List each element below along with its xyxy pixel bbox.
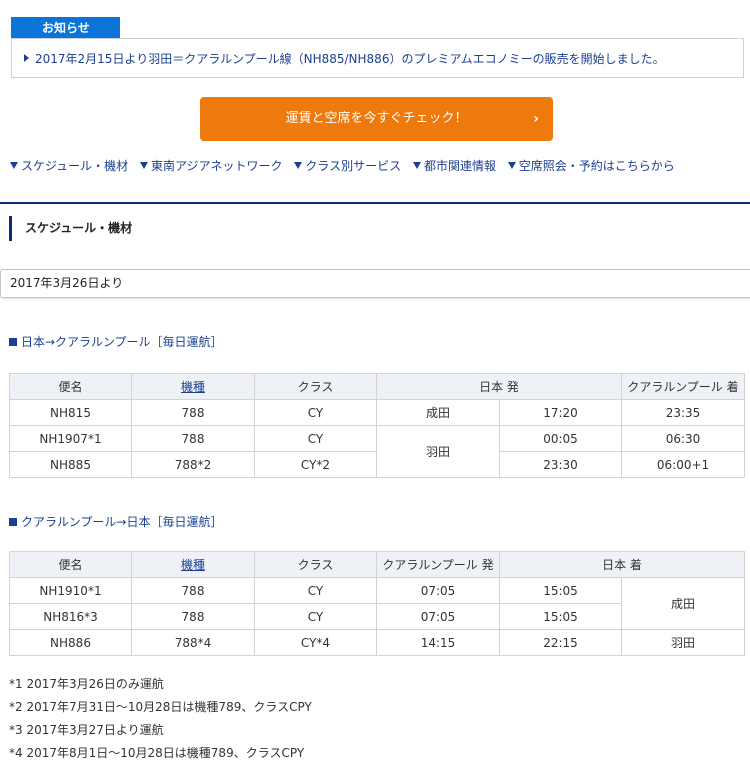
effective-date-box: 2017年3月26日より [0,269,750,298]
triangle-down-icon [507,162,516,169]
flight-number: NH886 [9,629,132,656]
triangle-right-icon [24,54,29,62]
triangle-down-icon [140,162,148,169]
footnotes: *1 2017年3月26日のみ運航 *2 2017年7月31日～10月28日は機… [9,675,312,762]
notice-tab: お知らせ [11,17,120,39]
square-bullet-icon [9,518,17,526]
departure-time: 14:15 [376,629,500,656]
aircraft: 788*2 [131,451,255,478]
header-class: クラス [254,373,377,400]
anchor-network[interactable]: 東南アジアネットワーク [140,159,283,173]
header-depart: 日本 発 [375,373,623,400]
header-class: クラス [254,551,377,578]
footnote: *3 2017年3月27日より運航 [9,723,164,737]
notice-link[interactable]: 2017年2月15日より羽田＝クアラルンプール線（NH885/NH886）のプレ… [35,52,665,66]
departure-time: 07:05 [376,603,500,630]
departure-airport: 成田 [376,399,500,426]
departure-time: 17:20 [498,399,623,426]
anchor-schedule[interactable]: スケジュール・機材 [10,159,128,173]
outbound-route-title: 日本→クアラルンプール［毎日運航］ [9,333,222,350]
header-depart: クアラルンプール 発 [376,551,500,578]
footnote: *4 2017年8月1日～10月28日は機種789、クラスCPY [9,746,305,760]
class: CY [254,425,377,452]
arrival-time: 15:05 [499,603,622,630]
flight-number: NH885 [9,451,132,478]
arrival-time: 06:00+1 [621,451,746,478]
flight-number: NH816*3 [9,603,132,630]
outbound-schedule-table: 便名 機種 クラス 日本 発 クアラルンプール 着 NH815 788 CY 成… [9,373,746,478]
notice-box: 2017年2月15日より羽田＝クアラルンプール線（NH885/NH886）のプレ… [11,38,744,78]
footnote: *1 2017年3月26日のみ運航 [9,677,164,691]
departure-airport: 羽田 [376,425,500,478]
class: CY*4 [254,629,377,656]
inbound-route-title: クアラルンプール→日本［毎日運航］ [9,513,222,530]
departure-time: 07:05 [376,577,500,604]
departure-time: 23:30 [498,451,623,478]
class: CY*2 [254,451,377,478]
arrival-time: 06:30 [621,425,746,452]
anchor-booking[interactable]: 空席照会・予約はこちらから [507,159,675,173]
section-divider [0,202,750,204]
class: CY [254,603,377,630]
class: CY [254,577,377,604]
table-row: NH1907*1 788 CY 羽田 00:05 06:30 [9,425,746,478]
aircraft: 788 [131,577,255,604]
aircraft: 788 [131,425,255,452]
table-row: NH1910*1 788 CY 07:05 15:05 成田 [9,577,746,630]
arrival-airport: 羽田 [620,629,746,656]
header-flight: 便名 [9,551,132,578]
flight-number: NH1907*1 [9,425,132,452]
aircraft-link[interactable]: 機種 [181,380,205,394]
check-fares-label: 運賃と空席を今すぐチェック！ [285,111,468,126]
anchor-nav: スケジュール・機材 東南アジアネットワーク クラス別サービス 都市関連情報 空席… [10,157,750,174]
header-arrive: 日本 着 [498,551,746,578]
class: CY [254,399,377,426]
chevron-right-icon: › [533,111,539,127]
check-fares-button[interactable]: 運賃と空席を今すぐチェック！ › [200,97,553,141]
triangle-down-icon [294,162,303,169]
aircraft: 788 [131,603,255,630]
aircraft-link[interactable]: 機種 [181,558,205,572]
anchor-class-service[interactable]: クラス別サービス [294,159,401,173]
arrival-time: 15:05 [499,577,622,604]
table-header-row: 便名 機種 クラス 日本 発 クアラルンプール 着 [9,373,746,400]
anchor-city-info[interactable]: 都市関連情報 [412,159,496,173]
inbound-schedule-table: 便名 機種 クラス クアラルンプール 発 日本 着 NH1910*1 788 C… [9,551,746,656]
triangle-down-icon [412,162,421,169]
table-row: NH815 788 CY 成田 17:20 23:35 [9,399,746,426]
aircraft: 788 [131,399,255,426]
flight-number: NH1910*1 [9,577,132,604]
arrival-time: 22:15 [499,629,622,656]
arrival-airport: 成田 [620,577,746,630]
table-header-row: 便名 機種 クラス クアラルンプール 発 日本 着 [9,551,746,578]
header-aircraft: 機種 [131,373,255,400]
square-bullet-icon [9,338,17,346]
arrival-time: 23:35 [621,399,746,426]
departure-time: 00:05 [498,425,623,452]
footnote: *2 2017年7月31日～10月28日は機種789、クラスCPY [9,700,312,714]
table-row: NH886 788*4 CY*4 14:15 22:15 羽田 [9,629,746,656]
flight-number: NH815 [9,399,132,426]
header-aircraft: 機種 [131,551,255,578]
header-flight: 便名 [9,373,132,400]
section-title: スケジュール・機材 [9,216,132,241]
triangle-down-icon [10,162,18,169]
header-arrive: クアラルンプール 着 [621,373,746,400]
aircraft: 788*4 [131,629,255,656]
